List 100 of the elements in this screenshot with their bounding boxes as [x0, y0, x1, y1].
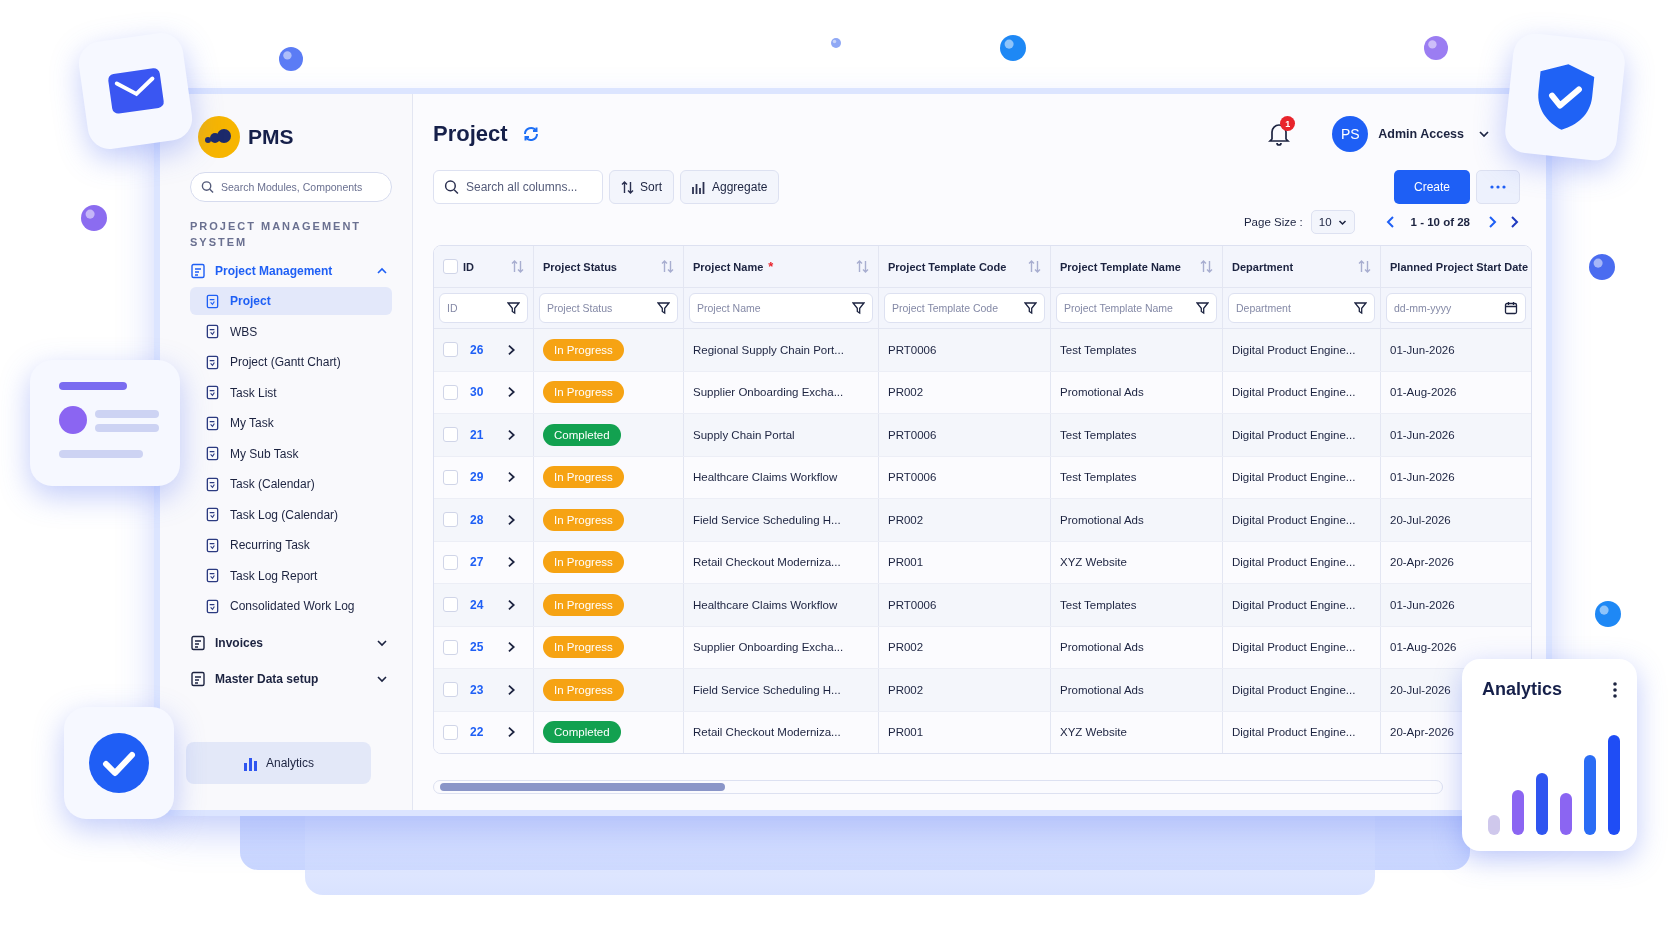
filter-field[interactable]: Project Status [539, 293, 678, 323]
id-link[interactable]: 29 [470, 470, 484, 485]
required-mark: * [768, 259, 774, 274]
previous-page-icon[interactable] [1384, 215, 1397, 229]
menu-item[interactable]: My Sub Task [190, 439, 392, 468]
checkbox[interactable] [443, 639, 458, 655]
menu-item[interactable]: Recurring Task [190, 531, 392, 559]
filter-icon [852, 301, 865, 315]
id-link[interactable]: 21 [470, 427, 484, 442]
sort-button[interactable]: Sort [609, 170, 674, 204]
page-size-select[interactable]: 10 [1310, 210, 1355, 234]
checkbox[interactable] [443, 597, 458, 613]
status-badge: In Progress [543, 338, 624, 361]
sort-icon [621, 180, 634, 194]
checkbox[interactable] [443, 342, 458, 358]
checkbox[interactable] [443, 469, 458, 485]
filter-field[interactable]: Project Template Name [1056, 293, 1217, 323]
table-cell: Retail Checkout Moderniza... [693, 726, 841, 739]
column-header[interactable]: Project Template Code [888, 260, 1007, 273]
table-cell: 20-Jul-2026 [1390, 513, 1451, 526]
menu-group[interactable]: Invoices [190, 627, 392, 658]
table-cell: PR002 [888, 513, 924, 526]
checkbox[interactable] [443, 427, 458, 443]
id-link[interactable]: 23 [470, 682, 484, 697]
expand-icon[interactable] [507, 683, 516, 696]
aggregate-button[interactable]: Aggregate [680, 170, 780, 204]
sort-icon[interactable] [856, 260, 869, 273]
scrollbar-thumb[interactable] [440, 783, 725, 791]
refresh-icon[interactable] [521, 125, 540, 143]
sort-icon[interactable] [661, 260, 674, 273]
column-header[interactable]: Planned Project Start Date [1390, 260, 1529, 273]
expand-icon[interactable] [507, 513, 516, 526]
table-cell: Field Service Scheduling H... [693, 513, 841, 526]
checkbox[interactable] [443, 512, 458, 528]
menu-item[interactable]: My Task [190, 409, 392, 437]
expand-icon[interactable] [507, 556, 516, 569]
sort-icon[interactable] [1358, 260, 1371, 273]
column-header[interactable]: Department [1232, 260, 1294, 273]
table-cell: Promotional Ads [1060, 386, 1144, 399]
expand-icon[interactable] [507, 471, 516, 484]
checkbox[interactable] [443, 682, 458, 698]
checkbox[interactable] [443, 384, 458, 400]
more-button[interactable] [1476, 170, 1520, 204]
id-link[interactable]: 30 [470, 385, 484, 400]
filter-field[interactable]: Department [1228, 293, 1375, 323]
expand-icon[interactable] [507, 343, 516, 356]
filter-field[interactable]: Project Name [689, 293, 873, 323]
id-link[interactable]: 22 [470, 725, 484, 740]
filter-icon [657, 301, 670, 315]
status-badge: In Progress [543, 508, 624, 531]
expand-icon[interactable] [507, 726, 516, 739]
sort-icon[interactable] [511, 260, 524, 273]
menu-item[interactable]: Task Log (Calendar) [190, 500, 392, 529]
menu-group[interactable]: Master Data setup [190, 663, 392, 694]
expand-icon[interactable] [507, 641, 516, 654]
id-link[interactable]: 27 [470, 555, 484, 570]
filter-icon [1354, 301, 1367, 315]
sort-icon[interactable] [1028, 260, 1041, 273]
checkbox[interactable] [443, 724, 458, 740]
menu-item[interactable]: Task List [190, 378, 392, 407]
column-header[interactable]: Project Name [693, 260, 764, 273]
checkbox[interactable] [443, 259, 458, 274]
id-link[interactable]: 25 [470, 640, 484, 655]
status-badge: In Progress [543, 636, 624, 659]
menu-item[interactable]: Task Log Report [190, 561, 392, 590]
analytics-button[interactable]: Analytics [186, 742, 371, 784]
menu-item[interactable]: Consolidated Work Log [190, 592, 392, 620]
sort-icon[interactable] [1200, 260, 1213, 273]
menu-item[interactable]: Project [190, 287, 392, 315]
column-header[interactable]: ID [463, 260, 474, 273]
calendar-icon [1504, 301, 1518, 315]
more-icon[interactable] [1613, 681, 1617, 698]
next-page-icon[interactable] [1486, 215, 1498, 229]
table-cell: Supply Chain Portal [693, 428, 795, 441]
search-field[interactable]: Search all columns... [433, 170, 603, 204]
more-icon [1490, 185, 1506, 189]
menu-item[interactable]: WBS [190, 317, 392, 346]
id-link[interactable]: 24 [470, 597, 484, 612]
create-button[interactable]: Create [1393, 170, 1470, 204]
expand-icon[interactable] [507, 598, 516, 611]
module-search-field[interactable]: Search Modules, Components [190, 172, 392, 202]
status-badge: In Progress [543, 593, 624, 616]
chevron-down-icon[interactable] [1478, 128, 1490, 140]
column-header[interactable]: Project Status [543, 260, 617, 273]
expand-icon[interactable] [507, 386, 516, 399]
menu-item[interactable]: Project (Gantt Chart) [190, 348, 392, 376]
bell-icon[interactable] [1268, 122, 1291, 146]
avatar[interactable]: PS [1332, 116, 1369, 152]
id-link[interactable]: 26 [470, 342, 484, 357]
menu-item[interactable]: Task (Calendar) [190, 470, 392, 498]
id-link[interactable]: 28 [470, 512, 484, 527]
filter-field[interactable]: dd-mm-yyyy [1386, 293, 1526, 323]
column-header[interactable]: Project Template Name [1060, 260, 1181, 273]
user-menu[interactable]: Admin Access [1378, 127, 1464, 141]
checkbox[interactable] [443, 554, 458, 570]
menu-group[interactable]: Project Management [190, 256, 392, 286]
expand-icon[interactable] [507, 428, 516, 441]
last-page-icon[interactable] [1508, 215, 1520, 229]
filter-field[interactable]: Project Template Code [884, 293, 1045, 323]
filter-field[interactable]: ID [439, 293, 528, 323]
